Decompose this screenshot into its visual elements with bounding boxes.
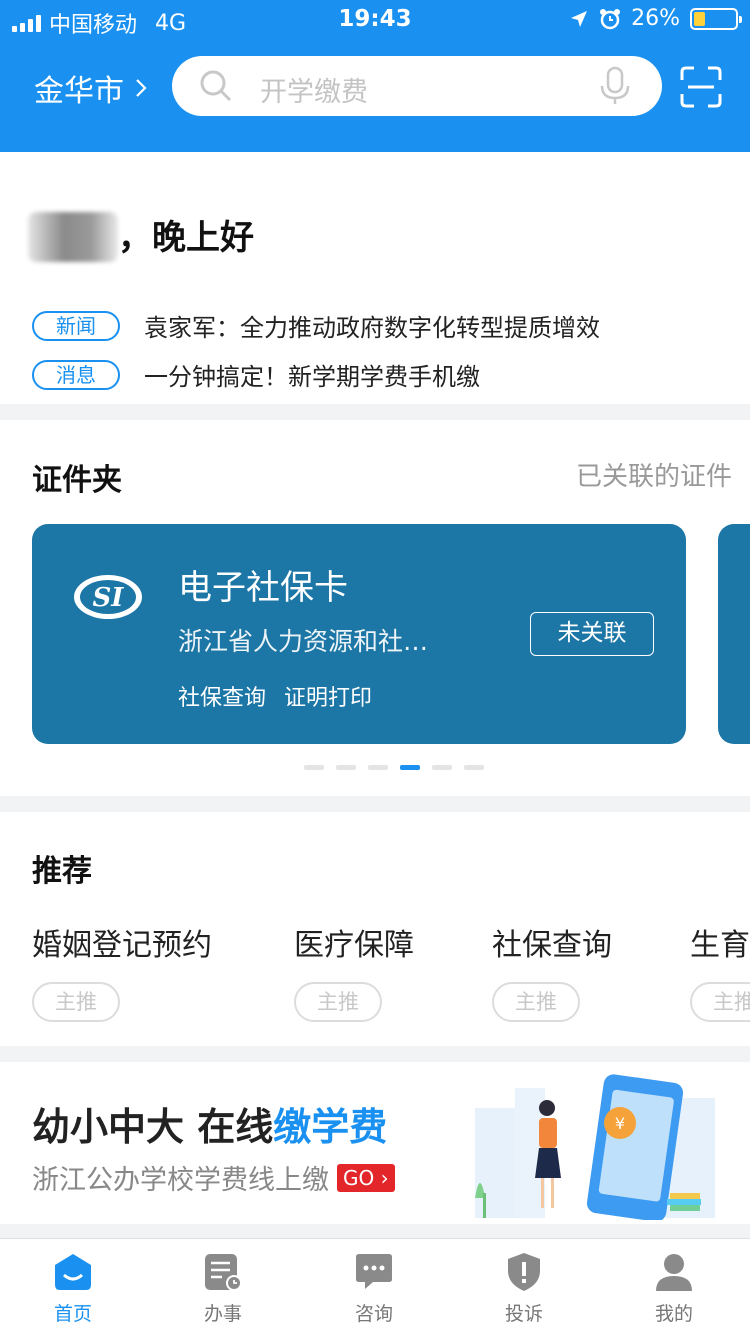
location-arrow-icon [571,10,588,27]
battery-icon [690,7,742,30]
recommend-title: 推荐 [32,854,92,889]
certificate-print-link[interactable]: 证明打印 [284,680,372,712]
si-logo-text: SI [93,583,125,613]
carousel-dot [368,765,388,770]
recommend-item[interactable]: 医疗保障 主推 [294,920,414,1022]
city-selector[interactable]: 金华市 [34,66,148,110]
news-item[interactable]: 新闻 袁家军：全力推动政府数字化转型提质增效 [32,308,600,343]
chevron-right-icon [136,79,147,97]
social-security-card[interactable]: SI 电子社保卡 浙江省人力资源和社… 社保查询 证明打印 未关联 [32,524,686,744]
search-bar[interactable]: 开学缴费 [172,56,662,116]
featured-tag: 主推 [492,982,580,1022]
recommend-item-name: 社保查询 [492,928,612,963]
carousel-dot [432,765,452,770]
recommend-item-name: 生育 [690,928,750,963]
tab-complaint-label: 投诉 [504,1303,543,1325]
go-button[interactable]: GO › [337,1163,395,1192]
recommend-item[interactable]: 社保查询 主推 [492,920,612,1022]
tab-tasks[interactable]: 办事 [178,1251,268,1326]
svg-text:¥: ¥ [615,1114,625,1133]
top-header: 中国移动 4G 19:43 26% 金华市 开学缴费 [0,0,750,152]
search-icon [200,70,232,102]
recommend-item[interactable]: 生育 主推 [690,920,750,1022]
banner-title: 幼小中大 在线缴学费 [32,1096,387,1151]
featured-tag: 主推 [32,982,120,1022]
banner-title-main: 幼小中大 在线 [32,1105,274,1149]
tab-complaint[interactable]: 投诉 [479,1251,569,1326]
message-text: 一分钟搞定！新学期学费手机缴 [144,363,480,391]
message-tag: 消息 [32,359,120,390]
banner-subtitle-row: 浙江公办学校学费线上缴 GO › [32,1158,395,1197]
home-icon [55,1254,91,1290]
microphone-icon[interactable] [598,66,632,106]
carousel-dots [304,765,484,770]
user-name-blurred [28,212,118,262]
status-bar: 中国移动 4G 19:43 26% [0,0,750,40]
carousel-dot [464,765,484,770]
user-icon [656,1254,692,1291]
city-label: 金华市 [34,74,124,109]
tab-home-label: 首页 [53,1303,92,1325]
tab-tasks-label: 办事 [203,1303,242,1325]
tab-mine-label: 我的 [654,1303,693,1325]
card-subtitle: 浙江省人力资源和社… [178,627,429,656]
card-title: 电子社保卡 [178,568,348,608]
tab-home[interactable]: 首页 [28,1251,118,1326]
message-item[interactable]: 消息 一分钟搞定！新学期学费手机缴 [32,357,480,392]
go-label: GO [343,1165,375,1190]
carousel-dot [304,765,324,770]
greeting-text: ，晚上好 [118,218,254,258]
recommend-item[interactable]: 婚姻登记预约 主推 [32,920,212,1022]
cert-folder-title: 证件夹 [32,463,122,498]
tab-consult-label: 咨询 [354,1303,393,1325]
news-tag: 新闻 [32,310,120,341]
battery-percent: 26% [631,6,680,31]
featured-tag: 主推 [294,982,382,1022]
recommend-item-name: 医疗保障 [294,928,414,963]
carousel-dot-active [400,765,420,770]
news-text: 袁家军：全力推动政府数字化转型提质增效 [144,314,600,342]
scan-icon[interactable] [680,66,722,108]
social-query-link[interactable]: 社保查询 [178,680,266,712]
banner-subtitle: 浙江公办学校学费线上缴 [32,1165,329,1196]
unlinked-button[interactable]: 未关联 [530,612,654,656]
tuition-illustration: ¥ [475,1074,715,1220]
alarm-icon [600,8,621,29]
linked-certs-link[interactable]: 已关联的证件 [576,456,732,493]
featured-tag: 主推 [690,982,750,1022]
task-icon [205,1254,242,1291]
tab-mine[interactable]: 我的 [629,1251,719,1326]
si-logo-icon: SI [74,575,142,619]
banner-title-highlight: 缴学费 [273,1105,388,1149]
tab-consult[interactable]: 咨询 [329,1251,419,1326]
carousel-dot [336,765,356,770]
shield-icon [508,1253,540,1291]
bottom-tab-bar: 首页 办事 咨询 投诉 我的 [0,1238,750,1334]
recommend-item-name: 婚姻登记预约 [32,928,212,963]
chat-icon [356,1254,392,1289]
search-placeholder: 开学缴费 [260,77,368,108]
next-card-peek[interactable] [718,524,750,744]
